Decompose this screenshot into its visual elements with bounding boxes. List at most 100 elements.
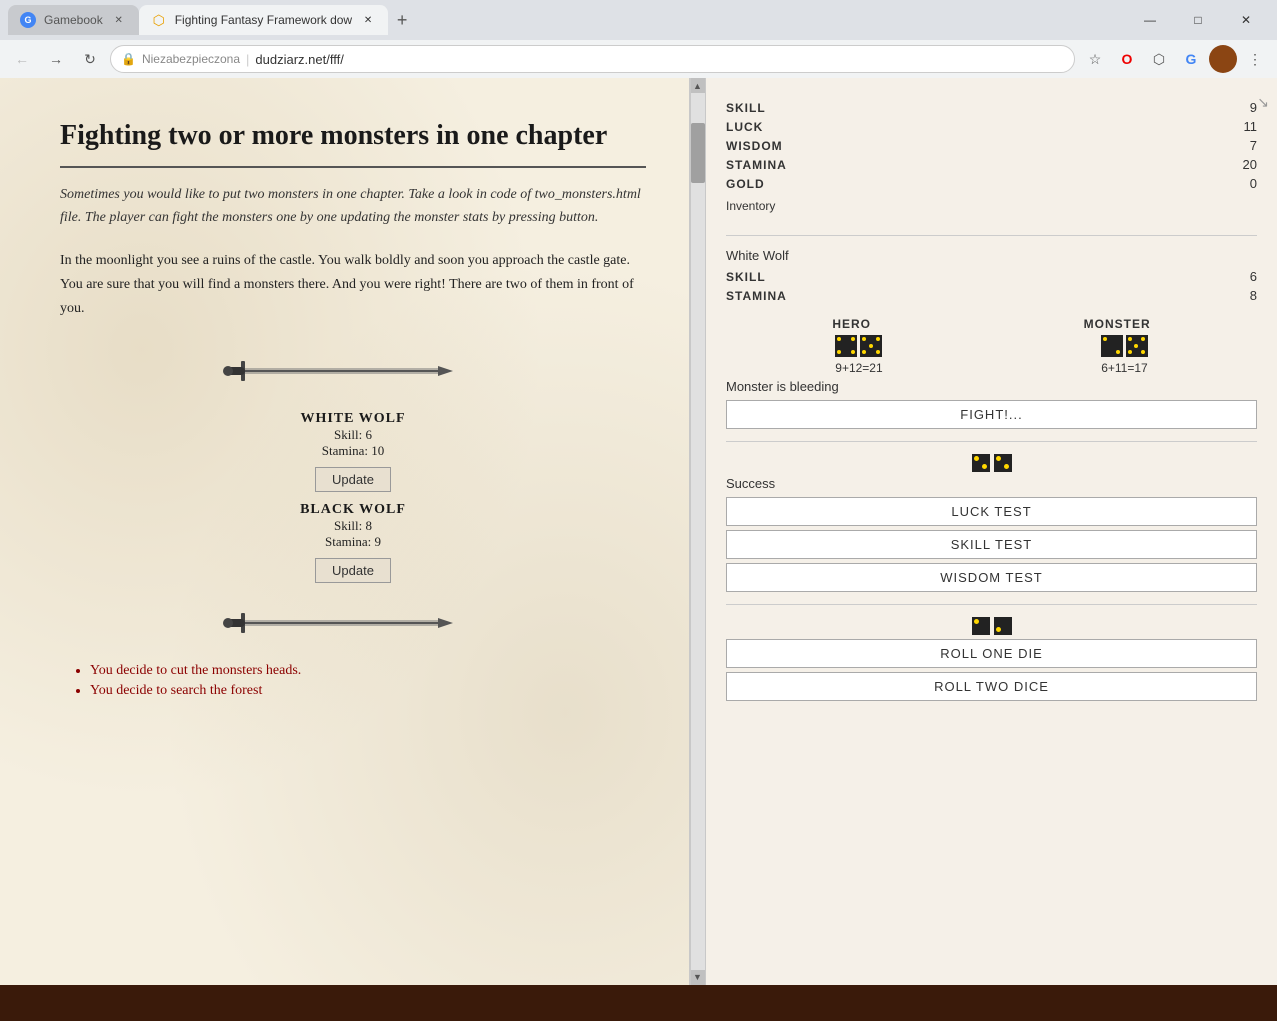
url-bar[interactable]: 🔒 Niezabezpieczona | dudziarz.net/fff/ [110,45,1075,73]
divider-1 [726,235,1257,236]
monster-label: MONSTER [1084,317,1151,331]
monster-stats-section: White Wolf SKILL 6 STAMINA 8 [726,248,1257,305]
translate-icon[interactable]: G [1177,45,1205,73]
hero-label: HERO [832,317,871,331]
tab1-close[interactable]: ✕ [111,12,127,28]
wisdom-test-button[interactable]: WISDOM TEST [726,563,1257,592]
test-die-2 [994,454,1012,472]
stamina-label: STAMINA [726,158,787,172]
sword-divider-2 [60,593,646,653]
scroll-up[interactable]: ▲ [691,78,705,93]
test-dice-row [726,454,1257,472]
stat-row-luck: LUCK 11 [726,117,1257,136]
divider-2 [726,441,1257,442]
combat-status: Monster is bleeding [726,379,1257,394]
monster-stamina-label: STAMINA [726,289,787,303]
monster-skill-value: 6 [1227,269,1257,284]
monster2-skill: Skill: 8 [60,518,646,534]
tab2-close[interactable]: ✕ [360,12,376,28]
page-body-text: In the moonlight you see a ruins of the … [60,249,646,320]
dropbox-icon[interactable]: ⬡ [1145,45,1173,73]
title-bar: G Gamebook ✕ ⬡ Fighting Fantasy Framewor… [0,0,1277,40]
monster-dice-group [1101,335,1148,357]
combat-labels: HERO MONSTER [726,317,1257,331]
tab1-label: Gamebook [44,13,103,27]
minimize-button[interactable]: — [1127,5,1173,35]
maximize-button[interactable]: □ [1175,5,1221,35]
forward-button[interactable]: → [42,45,70,73]
hero-dice-group [835,335,882,357]
gold-label: GOLD [726,177,765,191]
monster-stamina-row: STAMINA 8 [726,286,1257,305]
scroll-thumb[interactable] [691,123,705,183]
tab1[interactable]: G Gamebook ✕ [8,5,139,35]
stats-panel: ↘ SKILL 9 LUCK 11 WISDOM 7 STAMINA 20 GO… [706,78,1277,985]
page-intro: Sometimes you would like to put two mons… [60,184,646,229]
scrollbar[interactable]: ▲ ▼ [689,78,706,985]
page-choices: You decide to cut the monsters heads. Yo… [60,663,646,699]
stat-row-gold: GOLD 0 [726,174,1257,193]
combat-section: HERO MONSTER [726,317,1257,429]
tab2-favicon: ⬡ [151,12,167,28]
monster-score: 6+11=17 [1101,361,1148,375]
roll-die-1 [972,617,990,635]
tab2[interactable]: ⬡ Fighting Fantasy Framework dow ✕ [139,5,388,35]
skill-label: SKILL [726,101,766,115]
monster-block-1: WHITE WOLF Skill: 6 Stamina: 10 Update [60,411,646,492]
stat-row-skill: SKILL 9 [726,98,1257,117]
monster1-skill: Skill: 6 [60,427,646,443]
monster1-name: WHITE WOLF [60,411,646,427]
page-title: Fighting two or more monsters in one cha… [60,118,646,168]
skill-value: 9 [1227,100,1257,115]
close-button[interactable]: ✕ [1223,5,1269,35]
monster-die-2 [1126,335,1148,357]
luck-value: 11 [1227,119,1257,134]
resize-handle[interactable]: ↘ [1257,94,1269,111]
wisdom-label: WISDOM [726,139,783,153]
wisdom-value: 7 [1227,138,1257,153]
user-avatar[interactable] [1209,45,1237,73]
tab1-favicon: G [20,12,36,28]
stat-row-inventory: Inventory [726,193,1257,219]
monster-stamina-value: 8 [1227,288,1257,303]
monster-section-name: White Wolf [726,248,1257,263]
refresh-button[interactable]: ↻ [76,45,104,73]
window-controls: — □ ✕ [1127,5,1269,35]
skill-test-button[interactable]: SKILL TEST [726,530,1257,559]
inventory-label: Inventory [726,195,775,217]
choice-1[interactable]: You decide to cut the monsters heads. [90,663,646,679]
gold-value: 0 [1227,176,1257,191]
roll-die-2 [994,617,1012,635]
address-bar: ← → ↻ 🔒 Niezabezpieczona | dudziarz.net/… [0,40,1277,78]
toolbar-icons: ☆ O ⬡ G ⋮ [1081,45,1269,73]
monster-die-1 [1101,335,1123,357]
fight-button[interactable]: FIGHT!... [726,400,1257,429]
monster2-update-button[interactable]: Update [315,558,391,583]
monster-skill-label: SKILL [726,270,766,284]
sword-divider-1 [60,341,646,401]
new-tab-button[interactable]: + [388,6,416,34]
back-button[interactable]: ← [8,45,36,73]
scroll-track[interactable] [691,93,705,969]
opera-icon[interactable]: O [1113,45,1141,73]
page-content: Fighting two or more monsters in one cha… [0,78,706,743]
monster2-name: BLACK WOLF [60,502,646,518]
page-panel: ▲ ▼ Fighting two or more monsters in one… [0,78,706,985]
tab2-label: Fighting Fantasy Framework dow [175,13,352,27]
scroll-down[interactable]: ▼ [691,970,705,985]
combat-dice-row [726,335,1257,357]
test-die-1 [972,454,990,472]
luck-test-button[interactable]: LUCK TEST [726,497,1257,526]
divider-3 [726,604,1257,605]
menu-icon[interactable]: ⋮ [1241,45,1269,73]
bookmark-icon[interactable]: ☆ [1081,45,1109,73]
luck-label: LUCK [726,120,763,134]
monster1-update-button[interactable]: Update [315,467,391,492]
roll-two-dice-button[interactable]: ROLL TWO DICE [726,672,1257,701]
combat-scores: 9+12=21 6+11=17 [726,361,1257,375]
roll-one-die-button[interactable]: ROLL ONE DIE [726,639,1257,668]
stats-table: SKILL 9 LUCK 11 WISDOM 7 STAMINA 20 GOLD… [726,98,1257,219]
main-area: ▲ ▼ Fighting two or more monsters in one… [0,78,1277,985]
choice-2[interactable]: You decide to search the forest [90,683,646,699]
hero-die-2 [860,335,882,357]
